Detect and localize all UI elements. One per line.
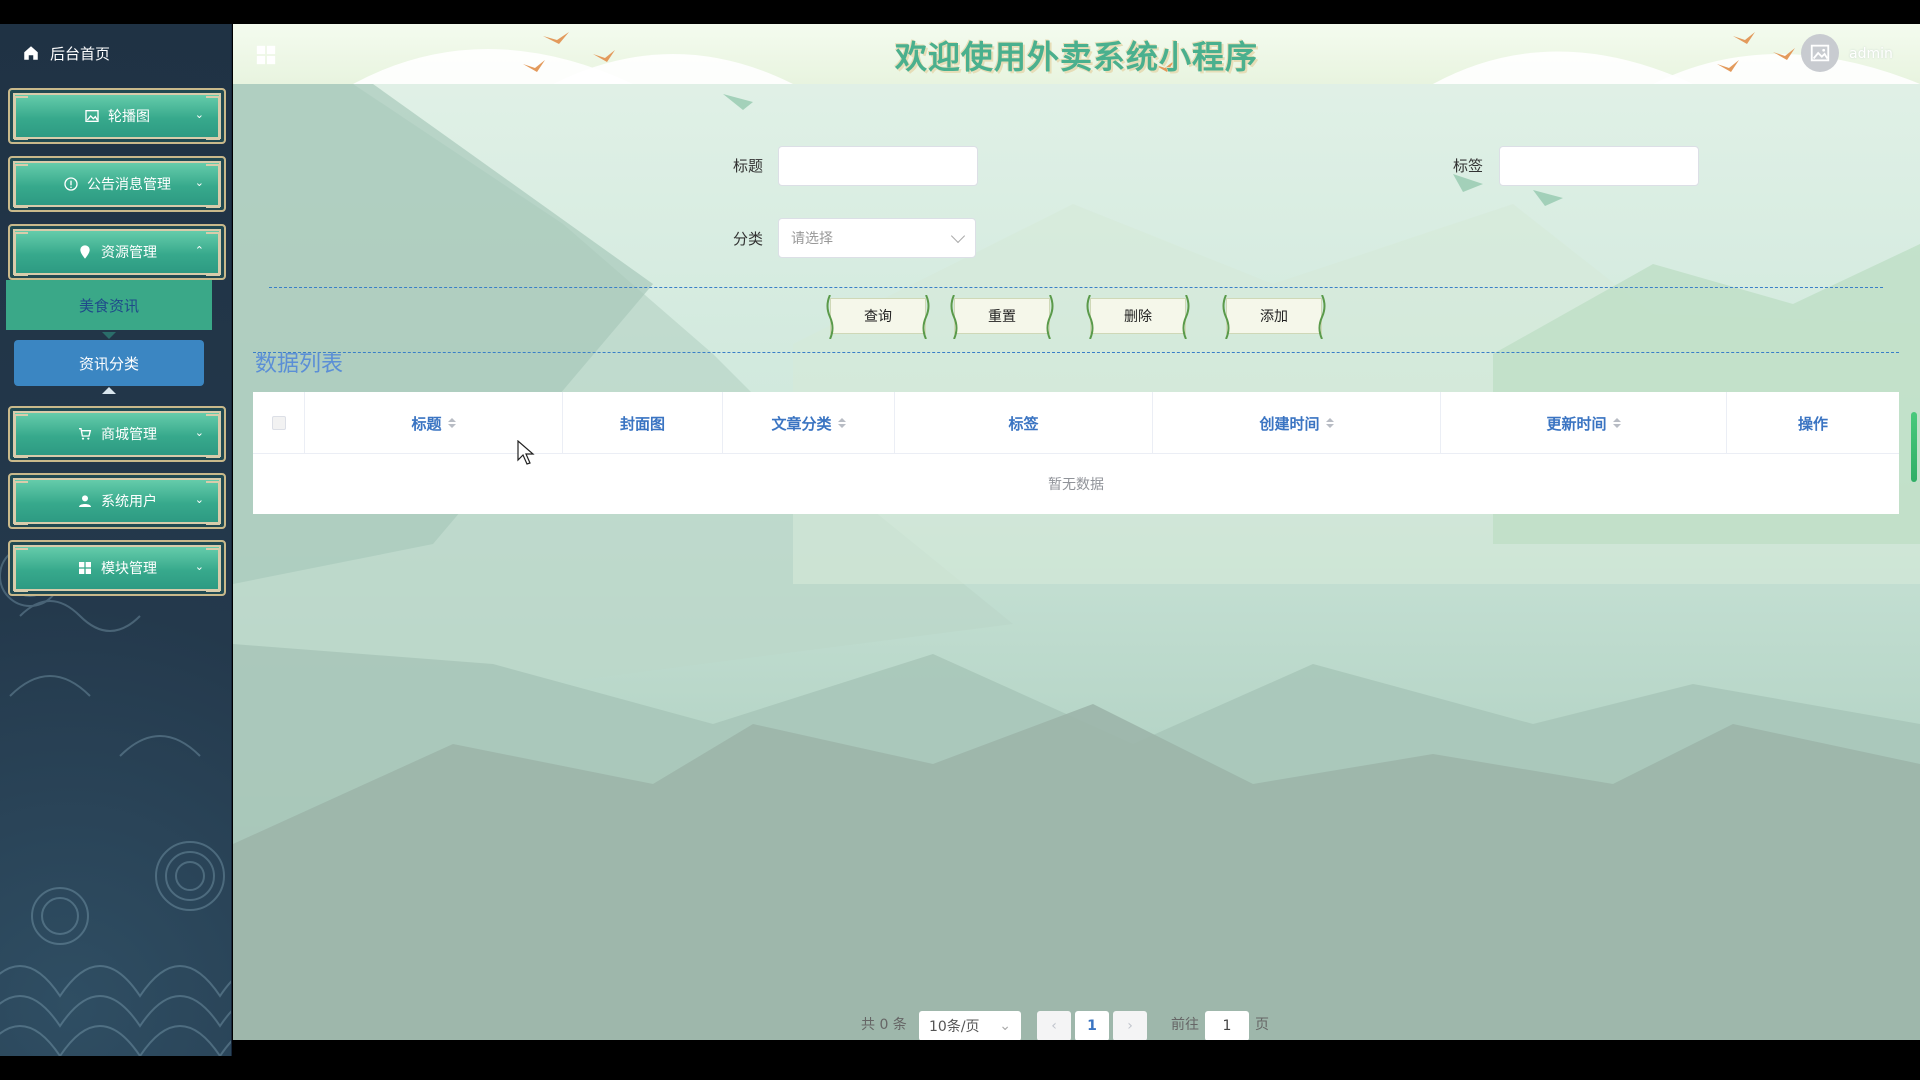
delete-label: 删除 (1124, 309, 1152, 325)
page-number-current[interactable]: 1 (1075, 1011, 1109, 1040)
divider-top (269, 287, 1883, 288)
page-size-select[interactable]: 10条/页 ⌄ (919, 1011, 1021, 1040)
sidebar-item-carousel[interactable]: 轮播图 ⌄ (8, 88, 226, 144)
grid-icon (79, 562, 91, 574)
sidebar-item-label: 模块管理 (101, 561, 157, 577)
page-title: 欢迎使用外卖系统小程序 (894, 38, 1258, 76)
sidebar-item-shop[interactable]: 商城管理 ⌄ (8, 406, 226, 462)
column-header-label: 标签 (1008, 414, 1039, 433)
column-header-label: 封面图 (619, 414, 665, 433)
sidebar-item-label: 商城管理 (101, 427, 157, 443)
chevron-down-icon (950, 228, 966, 244)
category-select[interactable]: 请选择 (778, 218, 976, 258)
column-header-actions: 操作 (1727, 392, 1899, 454)
query-button[interactable]: 查询 (826, 295, 930, 339)
select-all-cell (253, 392, 305, 454)
chevron-down-icon: ⌄ (194, 426, 204, 439)
info-circle-icon (64, 177, 78, 191)
table-header: 标题 封面图 文章分类 标签 创建时间 更新时间 操作 (253, 392, 1899, 454)
vine-decoration-icon (826, 295, 834, 339)
title-label: 标题 (733, 157, 764, 175)
goto-label: 前往 (1171, 1017, 1199, 1033)
image-placeholder-icon (1810, 44, 1830, 62)
sidebar-item-resources[interactable]: 资源管理 ⌃ (8, 224, 226, 280)
vine-decoration-icon (922, 295, 930, 339)
sort-icon[interactable] (447, 418, 456, 428)
mouse-cursor-icon (517, 440, 535, 465)
column-header-label: 标题 (411, 414, 442, 433)
location-pin-icon (80, 245, 90, 259)
chevron-down-icon: ⌄ (194, 493, 204, 506)
title-input[interactable] (778, 146, 978, 186)
vine-decoration-icon (1046, 295, 1054, 339)
vine-decoration-icon (1222, 295, 1230, 339)
column-header-label: 文章分类 (771, 414, 832, 433)
vine-decoration-icon (950, 295, 958, 339)
category-placeholder: 请选择 (791, 231, 833, 247)
column-header-cover: 封面图 (563, 392, 723, 454)
add-label: 添加 (1260, 309, 1288, 325)
main-content: 欢迎使用外卖系统小程序 admin 标题 标签 分类 请选择 查询 重置 删除 … (233, 24, 1920, 1040)
sidebar-item-modules[interactable]: 模块管理 ⌄ (8, 540, 226, 596)
page-suffix: 页 (1255, 1017, 1269, 1033)
query-label: 查询 (864, 309, 892, 325)
vine-decoration-icon (1182, 295, 1190, 339)
chevron-down-icon: ⌄ (194, 108, 204, 121)
chevron-down-icon: ⌄ (999, 1018, 1011, 1034)
reset-label: 重置 (988, 309, 1016, 325)
chevron-down-icon: ⌄ (194, 560, 204, 573)
column-header-label: 更新时间 (1546, 414, 1607, 433)
sidebar-item-label: 轮播图 (108, 109, 150, 125)
delete-button[interactable]: 删除 (1086, 295, 1190, 339)
data-table: 标题 封面图 文章分类 标签 创建时间 更新时间 操作 暂无数据 (253, 392, 1899, 514)
sidebar-item-label: 系统用户 (101, 494, 157, 510)
chevron-down-icon: ⌄ (194, 176, 204, 189)
sidebar-item-notices[interactable]: 公告消息管理 ⌄ (8, 156, 226, 212)
sort-icon[interactable] (1325, 418, 1334, 428)
sidebar-item-label: 资源管理 (101, 245, 157, 261)
vine-decoration-icon (1318, 295, 1326, 339)
pagination-total: 共 0 条 (861, 1017, 907, 1033)
avatar[interactable] (1801, 34, 1839, 72)
data-list-title: 数据列表 (255, 352, 344, 377)
sidebar-item-label: 公告消息管理 (87, 177, 171, 193)
sort-icon[interactable] (837, 418, 846, 428)
column-header-label: 操作 (1797, 414, 1828, 433)
sidebar-subitem-label: 资讯分类 (78, 354, 139, 373)
column-header-category[interactable]: 文章分类 (723, 392, 895, 454)
sidebar-subitem-label: 美食资讯 (78, 296, 139, 315)
goto-page-input[interactable]: 1 (1205, 1011, 1249, 1040)
header-bar: 欢迎使用外卖系统小程序 admin (233, 24, 1920, 84)
chevron-up-icon: ⌃ (194, 244, 204, 257)
add-button[interactable]: 添加 (1222, 295, 1326, 339)
tag-input[interactable] (1499, 146, 1699, 186)
scrollbar[interactable] (1911, 412, 1917, 482)
sidebar-subitem-food-news[interactable]: 美食资讯 (6, 280, 212, 330)
sidebar: 后台首页 轮播图 ⌄ 公告消息管理 ⌄ 资源管理 ⌃ 美食资讯 资讯分类 商城管… (0, 24, 232, 1056)
column-header-updated[interactable]: 更新时间 (1441, 392, 1727, 454)
column-header-created[interactable]: 创建时间 (1153, 392, 1441, 454)
cart-icon (79, 428, 92, 440)
vine-decoration-icon (1086, 295, 1094, 339)
reset-button[interactable]: 重置 (950, 295, 1054, 339)
page-size-value: 10条/页 (929, 1019, 980, 1035)
home-link[interactable]: 后台首页 (22, 38, 110, 68)
prev-page-button[interactable]: ‹ (1037, 1011, 1071, 1040)
sidebar-item-users[interactable]: 系统用户 ⌄ (8, 473, 226, 529)
next-page-button[interactable]: › (1113, 1011, 1147, 1040)
tag-label: 标签 (1453, 157, 1484, 175)
column-header-label: 创建时间 (1259, 414, 1320, 433)
sort-icon[interactable] (1612, 418, 1621, 428)
image-icon (85, 110, 99, 122)
user-icon (79, 495, 91, 507)
column-header-tag: 标签 (895, 392, 1153, 454)
home-label: 后台首页 (50, 44, 111, 63)
home-icon (24, 46, 38, 60)
category-label: 分类 (733, 230, 764, 248)
username[interactable]: admin (1849, 46, 1893, 62)
empty-state-text: 暂无数据 (1048, 477, 1104, 493)
divider-bottom (253, 352, 1899, 353)
sidebar-subitem-news-category[interactable]: 资讯分类 (14, 332, 204, 394)
select-all-checkbox[interactable] (271, 416, 286, 430)
